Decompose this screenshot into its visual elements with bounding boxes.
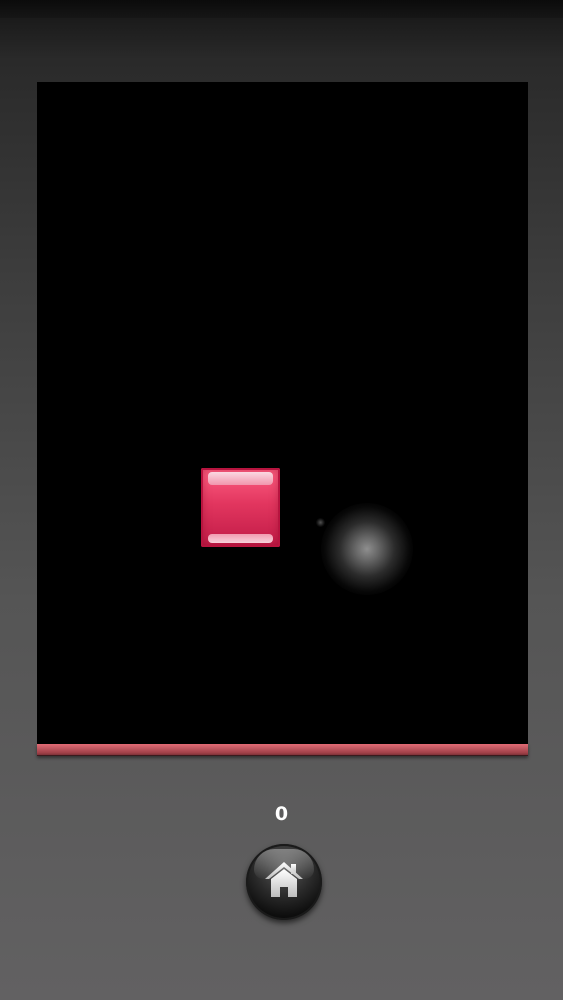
block-highlight-top — [208, 472, 273, 485]
status-bar-area — [0, 0, 563, 18]
home-icon — [265, 862, 303, 897]
glowing-orb — [321, 503, 413, 595]
home-button[interactable] — [246, 844, 322, 920]
score-counter: 0 — [274, 803, 289, 825]
game-playfield[interactable] — [37, 82, 528, 744]
player-block[interactable] — [201, 468, 280, 547]
spark-particle — [316, 518, 325, 527]
floor-bar — [37, 744, 528, 756]
block-highlight-bottom — [208, 534, 273, 543]
